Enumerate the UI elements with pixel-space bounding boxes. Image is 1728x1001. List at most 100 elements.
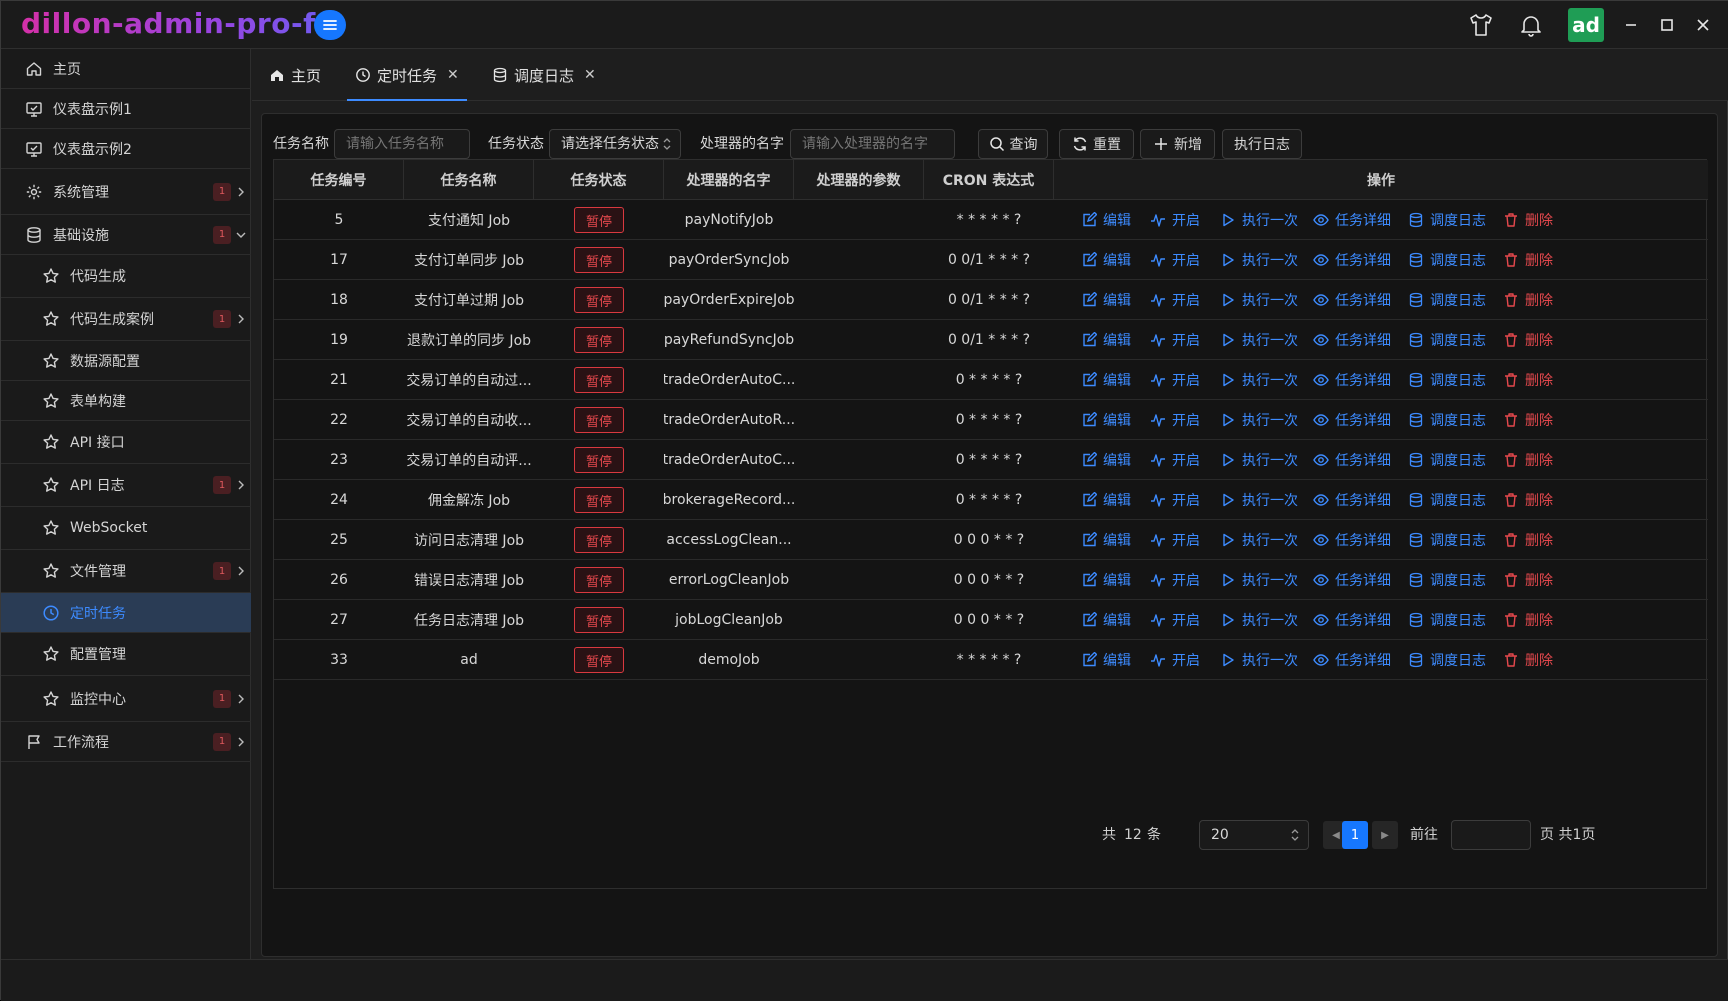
schedule-log-button[interactable]: 调度日志 <box>1408 400 1486 440</box>
sidebar-item[interactable]: 数据源配置 <box>1 341 251 381</box>
tab-close-icon[interactable]: ✕ <box>447 67 459 83</box>
delete-button[interactable]: 删除 <box>1503 440 1553 480</box>
schedule-log-button[interactable]: 调度日志 <box>1408 480 1486 520</box>
edit-button[interactable]: 编辑 <box>1081 440 1131 480</box>
start-button[interactable]: 开启 <box>1150 280 1200 320</box>
sidebar-item[interactable]: 仪表盘示例1 <box>1 89 251 129</box>
tab-close-icon[interactable]: ✕ <box>584 67 596 83</box>
task-status-select[interactable]: 请选择任务状态 <box>549 129 681 159</box>
sidebar-item[interactable]: 监控中心 1 <box>1 676 251 722</box>
delete-button[interactable]: 删除 <box>1503 200 1553 240</box>
edit-button[interactable]: 编辑 <box>1081 200 1131 240</box>
sidebar-item[interactable]: 表单构建 <box>1 381 251 421</box>
maximize-button[interactable] <box>1655 13 1679 37</box>
start-button[interactable]: 开启 <box>1150 400 1200 440</box>
tab-scheduled-tasks[interactable]: 定时任务 ✕ <box>347 49 467 101</box>
reset-button[interactable]: 重置 <box>1059 129 1134 159</box>
minimize-button[interactable] <box>1619 13 1643 37</box>
sidebar-item[interactable]: 代码生成 <box>1 255 251 298</box>
task-detail-button[interactable]: 任务详细 <box>1313 480 1391 520</box>
schedule-log-button[interactable]: 调度日志 <box>1408 600 1486 640</box>
start-button[interactable]: 开启 <box>1150 320 1200 360</box>
edit-button[interactable]: 编辑 <box>1081 240 1131 280</box>
delete-button[interactable]: 删除 <box>1503 560 1553 600</box>
edit-button[interactable]: 编辑 <box>1081 640 1131 680</box>
delete-button[interactable]: 删除 <box>1503 320 1553 360</box>
run-once-button[interactable]: 执行一次 <box>1220 600 1298 640</box>
delete-button[interactable]: 删除 <box>1503 400 1553 440</box>
schedule-log-button[interactable]: 调度日志 <box>1408 360 1486 400</box>
tab-home[interactable]: 主页 <box>269 49 321 101</box>
run-once-button[interactable]: 执行一次 <box>1220 400 1298 440</box>
theme-button[interactable] <box>1467 11 1495 39</box>
run-once-button[interactable]: 执行一次 <box>1220 480 1298 520</box>
task-detail-button[interactable]: 任务详细 <box>1313 320 1391 360</box>
sidebar-item[interactable]: 代码生成案例 1 <box>1 298 251 341</box>
start-button[interactable]: 开启 <box>1150 200 1200 240</box>
run-once-button[interactable]: 执行一次 <box>1220 520 1298 560</box>
task-detail-button[interactable]: 任务详细 <box>1313 280 1391 320</box>
start-button[interactable]: 开启 <box>1150 480 1200 520</box>
handler-input[interactable] <box>790 129 955 159</box>
delete-button[interactable]: 删除 <box>1503 640 1553 680</box>
task-detail-button[interactable]: 任务详细 <box>1313 360 1391 400</box>
edit-button[interactable]: 编辑 <box>1081 520 1131 560</box>
task-detail-button[interactable]: 任务详细 <box>1313 240 1391 280</box>
schedule-log-button[interactable]: 调度日志 <box>1408 240 1486 280</box>
sidebar-item[interactable]: API 接口 <box>1 421 251 464</box>
delete-button[interactable]: 删除 <box>1503 600 1553 640</box>
schedule-log-button[interactable]: 调度日志 <box>1408 640 1486 680</box>
run-once-button[interactable]: 执行一次 <box>1220 560 1298 600</box>
edit-button[interactable]: 编辑 <box>1081 400 1131 440</box>
sidebar-item[interactable]: API 日志 1 <box>1 464 251 507</box>
sidebar-item[interactable]: 工作流程 1 <box>1 722 251 762</box>
task-detail-button[interactable]: 任务详细 <box>1313 400 1391 440</box>
start-button[interactable]: 开启 <box>1150 240 1200 280</box>
sidebar-item[interactable]: 主页 <box>1 49 251 89</box>
schedule-log-button[interactable]: 调度日志 <box>1408 280 1486 320</box>
run-once-button[interactable]: 执行一次 <box>1220 280 1298 320</box>
avatar[interactable]: ad <box>1568 8 1604 42</box>
task-detail-button[interactable]: 任务详细 <box>1313 640 1391 680</box>
delete-button[interactable]: 删除 <box>1503 520 1553 560</box>
schedule-log-button[interactable]: 调度日志 <box>1408 440 1486 480</box>
start-button[interactable]: 开启 <box>1150 520 1200 560</box>
run-once-button[interactable]: 执行一次 <box>1220 640 1298 680</box>
schedule-log-button[interactable]: 调度日志 <box>1408 560 1486 600</box>
task-detail-button[interactable]: 任务详细 <box>1313 600 1391 640</box>
delete-button[interactable]: 删除 <box>1503 360 1553 400</box>
sidebar-item[interactable]: 仪表盘示例2 <box>1 129 251 169</box>
edit-button[interactable]: 编辑 <box>1081 560 1131 600</box>
next-page-button[interactable]: ▶ <box>1372 821 1398 849</box>
start-button[interactable]: 开启 <box>1150 640 1200 680</box>
menu-toggle-button[interactable] <box>314 10 346 40</box>
add-button[interactable]: 新增 <box>1140 129 1215 159</box>
task-name-input[interactable] <box>334 129 470 159</box>
task-detail-button[interactable]: 任务详细 <box>1313 520 1391 560</box>
sidebar-item[interactable]: 基础设施 1 <box>1 215 251 255</box>
sidebar-item[interactable]: 文件管理 1 <box>1 550 251 593</box>
sidebar-item[interactable]: WebSocket <box>1 507 251 550</box>
start-button[interactable]: 开启 <box>1150 440 1200 480</box>
task-detail-button[interactable]: 任务详细 <box>1313 560 1391 600</box>
notifications-button[interactable] <box>1517 11 1545 39</box>
start-button[interactable]: 开启 <box>1150 560 1200 600</box>
task-detail-button[interactable]: 任务详细 <box>1313 440 1391 480</box>
edit-button[interactable]: 编辑 <box>1081 280 1131 320</box>
sidebar-item[interactable]: 系统管理 1 <box>1 169 251 215</box>
page-size-select[interactable]: 20 <box>1199 820 1309 850</box>
run-once-button[interactable]: 执行一次 <box>1220 360 1298 400</box>
delete-button[interactable]: 删除 <box>1503 480 1553 520</box>
task-detail-button[interactable]: 任务详细 <box>1313 200 1391 240</box>
schedule-log-button[interactable]: 调度日志 <box>1408 320 1486 360</box>
delete-button[interactable]: 删除 <box>1503 280 1553 320</box>
sidebar-item[interactable]: 配置管理 <box>1 633 251 676</box>
start-button[interactable]: 开启 <box>1150 360 1200 400</box>
edit-button[interactable]: 编辑 <box>1081 320 1131 360</box>
search-button[interactable]: 查询 <box>978 129 1048 159</box>
schedule-log-button[interactable]: 调度日志 <box>1408 200 1486 240</box>
run-once-button[interactable]: 执行一次 <box>1220 440 1298 480</box>
start-button[interactable]: 开启 <box>1150 600 1200 640</box>
page-button-current[interactable]: 1 <box>1342 821 1368 849</box>
edit-button[interactable]: 编辑 <box>1081 480 1131 520</box>
